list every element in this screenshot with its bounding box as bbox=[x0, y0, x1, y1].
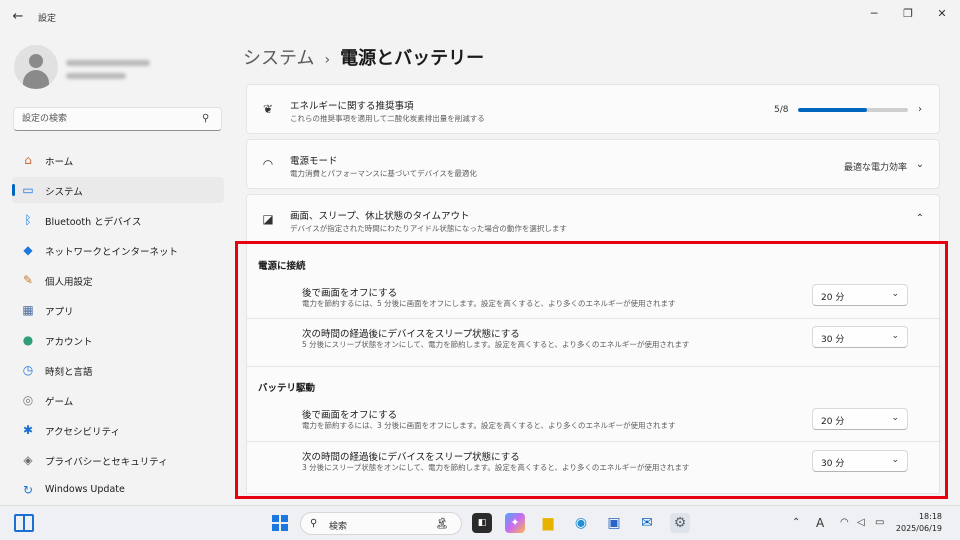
brush-icon: ✎ bbox=[22, 273, 34, 287]
sidebar-item[interactable]: ↻ Windows Update bbox=[12, 477, 224, 503]
taskbar-search-label: 検索 bbox=[329, 522, 348, 532]
power-mode-desc: 電力消費とパフォーマンスに基づいてデバイスを最適化 bbox=[290, 169, 477, 178]
maximize-button[interactable]: ❐ bbox=[893, 4, 923, 24]
power-mode-card[interactable]: ◠ 電源モード 電力消費とパフォーマンスに基づいてデバイスを最適化 最適な電力効… bbox=[246, 139, 940, 189]
copilot-icon[interactable]: ✦ bbox=[505, 513, 525, 533]
sidebar-item-label: ゲーム bbox=[45, 397, 74, 408]
search-highlight-icon: 🏝 bbox=[435, 517, 449, 530]
time-language-icon: ◷ bbox=[22, 363, 34, 377]
taskbar-search[interactable]: ⚲ 検索 🏝 bbox=[300, 512, 462, 535]
sidebar-item-label: プライバシーとセキュリティ bbox=[45, 457, 168, 468]
accessibility-icon: ✱ bbox=[22, 423, 34, 437]
power-mode-title: 電源モード bbox=[290, 156, 338, 167]
clock[interactable]: 18:18 2025/06/19 bbox=[896, 511, 942, 535]
sidebar-item-label: 個人用設定 bbox=[45, 277, 93, 288]
energy-progress-bar bbox=[798, 108, 908, 112]
network-icon: ◆ bbox=[23, 243, 33, 257]
sidebar-item-label: アカウント bbox=[45, 337, 93, 348]
energy-progress-fill bbox=[798, 108, 867, 112]
sidebar-item[interactable]: ◷ 時刻と言語 bbox=[12, 357, 224, 383]
search-input[interactable] bbox=[22, 111, 202, 127]
sidebar-item-label: ネットワークとインターネット bbox=[45, 247, 179, 258]
leaf-icon: ❦ bbox=[262, 102, 274, 116]
wifi-icon[interactable]: ◠ bbox=[840, 516, 849, 530]
energy-progress-text: 5/8 bbox=[774, 105, 789, 115]
page-title: 電源とバッテリー bbox=[340, 48, 485, 69]
shield-icon: ◈ bbox=[23, 453, 33, 467]
close-button[interactable]: ✕ bbox=[927, 4, 957, 24]
update-icon: ↻ bbox=[22, 483, 34, 497]
sidebar-item[interactable]: ● アカウント bbox=[12, 327, 224, 353]
sidebar-item-label: 時刻と言語 bbox=[45, 367, 93, 378]
account-icon: ● bbox=[22, 333, 34, 347]
energy-title: エネルギーに関する推奨事項 bbox=[290, 101, 414, 112]
store-icon[interactable]: ▣ bbox=[604, 513, 624, 533]
settings-search[interactable]: ⚲ bbox=[13, 107, 222, 131]
game-icon: ◎ bbox=[22, 393, 34, 407]
sidebar-item[interactable]: ⌂ ホーム bbox=[12, 147, 224, 173]
battery-icon[interactable]: ▭ bbox=[875, 516, 884, 530]
sidebar-item[interactable]: ◎ ゲーム bbox=[12, 387, 224, 413]
energy-desc: これらの推奨事項を適用して二酸化炭素排出量を削減する bbox=[290, 114, 485, 123]
sidebar-item[interactable]: ◆ ネットワークとインターネット bbox=[12, 237, 224, 263]
tray-chevron-icon[interactable]: ⌃ bbox=[792, 516, 800, 530]
sidebar-item-label: ホーム bbox=[45, 157, 74, 168]
blurred-user-email bbox=[66, 73, 126, 79]
breadcrumb-separator: › bbox=[324, 52, 331, 68]
ime-indicator[interactable]: A bbox=[816, 516, 824, 530]
monitor-sleep-icon: ◪ bbox=[262, 212, 274, 226]
energy-recommendations-card[interactable]: ❦ エネルギーに関する推奨事項 これらの推奨事項を適用して二酸化炭素排出量を削減… bbox=[246, 84, 940, 134]
chevron-down-icon[interactable]: ⌄ bbox=[913, 158, 927, 172]
settings-window: ← 設定 ─ ❐ ✕ ⚲ ⌂ ホーム ▭ システム ᛒ Bluetooth とデバイス ◆ ネ… bbox=[0, 0, 960, 505]
sidebar-item[interactable]: ▭ システム bbox=[12, 177, 224, 203]
avatar bbox=[14, 45, 58, 89]
blurred-user-name bbox=[66, 60, 150, 66]
chevron-right-icon[interactable]: › bbox=[913, 103, 927, 117]
sidebar-item[interactable]: ✱ アクセシビリティ bbox=[12, 417, 224, 443]
widgets-icon[interactable] bbox=[14, 514, 34, 532]
clock-date: 2025/06/19 bbox=[895, 524, 942, 533]
edge-icon[interactable]: ◉ bbox=[571, 513, 591, 533]
red-highlight-box bbox=[235, 241, 948, 499]
timeouts-desc: デバイスが指定された時間にわたりアイドル状態になった場合の動作を選択します bbox=[290, 224, 567, 233]
speedometer-icon: ◠ bbox=[262, 157, 274, 171]
power-mode-select[interactable]: 最適な電力効率 bbox=[844, 160, 907, 173]
sidebar-item[interactable]: ◈ プライバシーとセキュリティ bbox=[12, 447, 224, 473]
sidebar-item-label: システム bbox=[45, 187, 83, 198]
taskbar: ⚲ 検索 🏝 ◧ ✦ ▆ ◉ ▣ ✉ ⚙ ⌃ A ◠ ◁ ▭ 18:18 2025/06… bbox=[0, 505, 960, 540]
sidebar-item-label: Bluetooth とデバイス bbox=[45, 217, 142, 228]
timeouts-card[interactable]: ◪ 画面、スリープ、休止状態のタイムアウト デバイスが指定された時間にわたりアイ… bbox=[246, 194, 940, 242]
sidebar-nav: ⌂ ホーム ▭ システム ᛒ Bluetooth とデバイス ◆ ネットワークとインターネット… bbox=[12, 147, 224, 507]
sidebar-item-label: アプリ bbox=[45, 307, 74, 318]
timeouts-title: 画面、スリープ、休止状態のタイムアウト bbox=[290, 211, 470, 222]
app-title: 設定 bbox=[38, 14, 57, 24]
bluetooth-icon: ᛒ bbox=[24, 213, 32, 227]
sidebar-item[interactable]: ▦ アプリ bbox=[12, 297, 224, 323]
home-icon: ⌂ bbox=[24, 153, 32, 167]
system-icon: ▭ bbox=[22, 183, 34, 197]
sidebar-item[interactable]: ✎ 個人用設定 bbox=[12, 267, 224, 293]
clock-time: 18:18 bbox=[918, 512, 942, 521]
outlook-icon[interactable]: ✉ bbox=[637, 513, 657, 533]
apps-icon: ▦ bbox=[22, 303, 34, 317]
search-icon[interactable]: ⚲ bbox=[202, 113, 214, 125]
file-explorer-icon[interactable]: ▆ bbox=[538, 513, 558, 533]
breadcrumb-parent[interactable]: システム bbox=[243, 48, 314, 69]
settings-icon[interactable]: ⚙ bbox=[670, 513, 690, 533]
chevron-up-icon[interactable]: ⌃ bbox=[913, 212, 927, 226]
user-profile[interactable] bbox=[14, 45, 234, 89]
search-icon: ⚲ bbox=[310, 518, 318, 529]
sidebar-item[interactable]: ᛒ Bluetooth とデバイス bbox=[12, 207, 224, 233]
title-bar: ← 設定 ─ ❐ ✕ bbox=[0, 0, 960, 34]
start-button[interactable] bbox=[272, 515, 288, 531]
back-arrow-icon[interactable]: ← bbox=[8, 8, 28, 26]
sidebar-item-label: Windows Update bbox=[45, 484, 125, 495]
minimize-button[interactable]: ─ bbox=[859, 4, 889, 24]
task-view-icon[interactable]: ◧ bbox=[472, 513, 492, 533]
sidebar-item-label: アクセシビリティ bbox=[45, 427, 120, 438]
breadcrumb: システム › 電源とバッテリー bbox=[243, 44, 484, 70]
volume-icon[interactable]: ◁ bbox=[857, 516, 865, 530]
